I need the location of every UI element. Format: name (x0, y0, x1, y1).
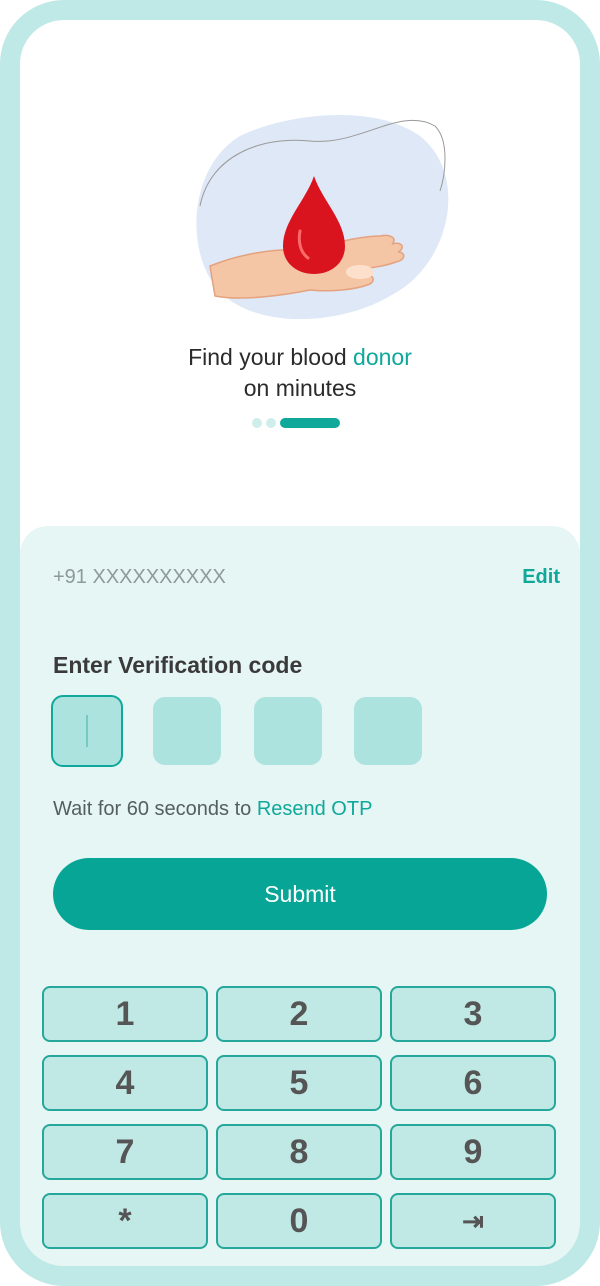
page-dot-2[interactable] (266, 418, 276, 428)
key-5[interactable]: 5 (216, 1055, 382, 1111)
key-9[interactable]: 9 (390, 1124, 556, 1180)
resend-message: Wait for 60 seconds to Resend OTP (53, 798, 372, 821)
phone-frame: Find your blood donor on minutes +91 XXX… (0, 0, 600, 1286)
key-0[interactable]: 0 (216, 1193, 382, 1249)
headline-text-1: Find your blood (188, 344, 354, 370)
otp-title: Enter Verification code (53, 652, 303, 678)
illustration-thumb (346, 265, 374, 279)
otp-digit-2[interactable] (153, 697, 221, 765)
key-6[interactable]: 6 (390, 1055, 556, 1111)
submit-button[interactable]: Submit (53, 858, 547, 930)
key-4[interactable]: 4 (42, 1055, 208, 1111)
tab-arrow-icon[interactable]: ⇥ (390, 1193, 556, 1249)
key-2[interactable]: 2 (216, 986, 382, 1042)
key-8[interactable]: 8 (216, 1124, 382, 1180)
key-asterisk[interactable]: * (42, 1193, 208, 1249)
onboarding-headline: Find your blood donor on minutes (20, 342, 580, 404)
resend-prefix: Wait for 60 seconds to (53, 798, 257, 820)
page-indicator (252, 418, 340, 428)
page-dot-active[interactable] (280, 418, 340, 428)
headline-text-2: on minutes (243, 375, 357, 401)
headline-accent: donor (353, 344, 412, 370)
blood-drop-hand-illustration (196, 115, 449, 320)
otp-digit-1[interactable] (51, 695, 123, 767)
numeric-keypad: 1 2 3 4 5 6 7 8 9 * 0 ⇥ (20, 946, 580, 1266)
key-3[interactable]: 3 (390, 986, 556, 1042)
phone-number-display: +91 XXXXXXXXXX (53, 566, 226, 588)
page-dot-1[interactable] (252, 418, 262, 428)
edit-phone-link[interactable]: Edit (522, 566, 560, 589)
otp-panel: +91 XXXXXXXXXX Edit Enter Verification c… (20, 526, 580, 946)
key-7[interactable]: 7 (42, 1124, 208, 1180)
resend-otp-link[interactable]: Resend OTP (257, 798, 373, 820)
key-1[interactable]: 1 (42, 986, 208, 1042)
otp-digit-3[interactable] (254, 697, 322, 765)
otp-digit-4[interactable] (354, 697, 422, 765)
text-cursor (86, 715, 88, 747)
